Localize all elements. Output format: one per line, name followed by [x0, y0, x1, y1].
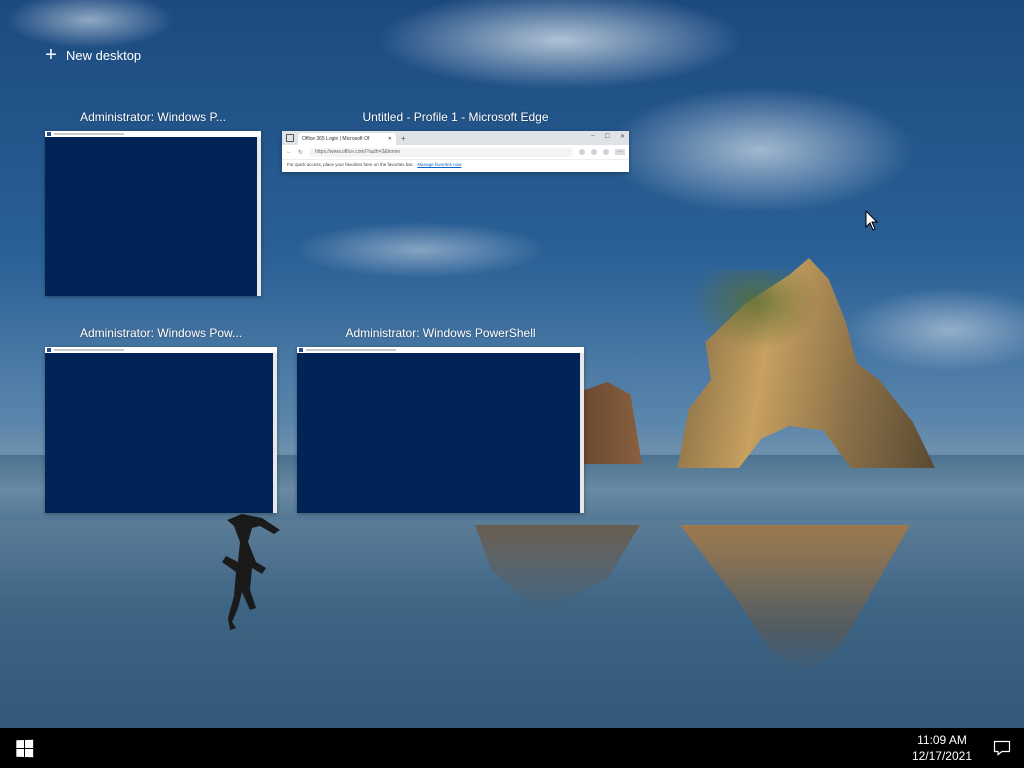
tab-actions-icon	[286, 134, 294, 142]
favorites-bar-text: For quick access, place your favorites h…	[287, 162, 414, 167]
profile-icon	[603, 149, 609, 155]
window-thumbnail-powershell-3[interactable]	[297, 347, 584, 513]
edge-address-bar: https://www.office.com/?auth=2&home	[309, 147, 573, 157]
wallpaper-small-rock	[584, 382, 642, 464]
mouse-cursor-icon	[865, 210, 879, 231]
plus-icon: +	[45, 44, 57, 66]
clock-time: 11:09 AM	[917, 733, 967, 747]
window-title: Administrator: Windows PowerShell	[345, 326, 536, 340]
minimize-icon: –	[591, 133, 595, 139]
window-controls: – ☐ ✕	[591, 133, 625, 140]
close-icon: ✕	[619, 134, 625, 140]
window-thumbnail-powershell-1[interactable]	[45, 131, 261, 296]
powershell-console	[45, 137, 257, 296]
titlebar-text	[54, 133, 124, 135]
windows-logo-icon	[15, 739, 33, 757]
edge-tab-title: Office 365 Login | Microsoft Of	[302, 136, 370, 142]
close-tab-icon: ✕	[387, 136, 392, 142]
powershell-icon	[47, 348, 51, 352]
manage-favorites-link: Manage favorites now	[417, 162, 462, 167]
new-desktop-label: New desktop	[66, 47, 142, 63]
powershell-console	[297, 353, 580, 513]
window-title: Untitled - Profile 1 - Microsoft Edge	[362, 110, 549, 124]
titlebar-text	[306, 349, 396, 351]
collections-icon	[591, 149, 597, 155]
taskbar: 11:09 AM 12/17/2021	[0, 728, 1024, 768]
refresh-icon: ↻	[298, 149, 304, 156]
more-icon: ···	[615, 149, 625, 155]
edge-address-row: ← ↻ https://www.office.com/?auth=2&home …	[282, 145, 629, 160]
back-icon: ←	[286, 149, 292, 155]
clock-date: 12/17/2021	[911, 749, 972, 763]
notification-icon	[993, 740, 1011, 756]
action-center-button[interactable]	[980, 728, 1024, 768]
start-button[interactable]	[0, 728, 48, 768]
window-title: Administrator: Windows Pow...	[79, 326, 243, 340]
powershell-icon	[299, 348, 303, 352]
wallpaper-rock-moss	[690, 270, 820, 350]
new-desktop-button[interactable]: + New desktop	[44, 44, 141, 66]
powershell-icon	[47, 132, 51, 136]
edge-favorites-bar: For quick access, place your favorites h…	[282, 160, 629, 169]
scrollbar	[257, 137, 261, 296]
titlebar-text	[54, 349, 124, 351]
scrollbar	[273, 353, 277, 513]
favorites-icon	[579, 149, 585, 155]
powershell-console	[45, 353, 273, 513]
edge-tab: Office 365 Login | Microsoft Of ✕	[298, 133, 396, 145]
maximize-icon: ☐	[604, 134, 610, 140]
window-title: Administrator: Windows P...	[80, 110, 226, 124]
scrollbar	[580, 353, 584, 513]
taskbar-clock[interactable]: 11:09 AM 12/17/2021	[912, 732, 972, 764]
window-thumbnail-edge[interactable]: Office 365 Login | Microsoft Of ✕ + – ☐ …	[282, 131, 629, 172]
window-thumbnail-powershell-2[interactable]	[45, 347, 277, 513]
edge-tab-strip: Office 365 Login | Microsoft Of ✕ + – ☐ …	[282, 131, 629, 145]
new-tab-icon: +	[401, 134, 406, 143]
wallpaper-person-reflection	[222, 514, 280, 630]
